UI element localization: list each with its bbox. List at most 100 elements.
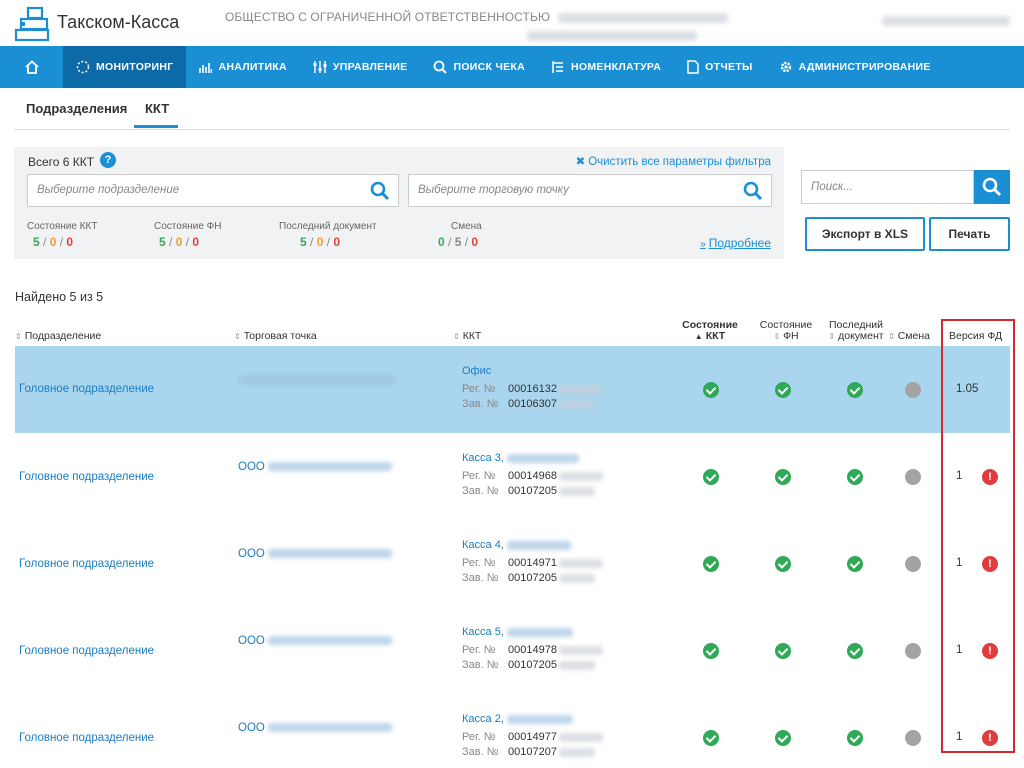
blurred-org-name xyxy=(557,12,728,23)
kkt-name[interactable]: Касса 3, xyxy=(462,452,603,464)
clear-filters-link[interactable]: ✖ Очистить все параметры фильтра xyxy=(576,154,771,168)
last-document-ok-icon xyxy=(847,643,863,659)
table-row[interactable]: Головное подразделение ООО Касса 3, Рег.… xyxy=(15,433,1010,520)
trade-point-select[interactable]: Выберите торговую точку xyxy=(408,174,772,207)
column-header-kkt[interactable]: ⇕ ККТ xyxy=(453,331,481,342)
kkt-name[interactable]: Касса 5, xyxy=(462,626,603,638)
nav-nomenclature[interactable]: НОМЕНКЛАТУРА xyxy=(538,46,674,88)
help-icon[interactable]: ? xyxy=(100,152,116,168)
kkt-info: Офис Рег. № 00016132 Зав. № 00106307 xyxy=(462,365,603,410)
stat-kkt-state[interactable]: Состояние ККТ 5 / 0 / 0 xyxy=(27,221,97,249)
kkt-info: Касса 3, Рег. № 00014968 Зав. № 00107205 xyxy=(462,452,603,497)
list-icon xyxy=(552,61,564,73)
column-header-kkt-state[interactable]: Состояние ▲ ККТ xyxy=(674,320,746,342)
trade-point-link[interactable]: ООО xyxy=(238,722,393,734)
serial-number: Зав. № 00107205 xyxy=(462,659,603,671)
nav-receipt-search[interactable]: ПОИСК ЧЕКА xyxy=(420,46,538,88)
kkt-state-ok-icon xyxy=(703,643,719,659)
table-row[interactable]: Головное подразделение ООО Касса 2, Рег.… xyxy=(15,694,1010,768)
stat-label: Состояние ФН xyxy=(154,221,222,232)
export-xls-button[interactable]: Экспорт в XLS xyxy=(805,217,925,251)
division-link[interactable]: Головное подразделение xyxy=(19,732,154,744)
sort-icon: ⇕ xyxy=(453,332,460,341)
table-row[interactable]: Головное подразделение ООО Касса 5, Рег.… xyxy=(15,607,1010,694)
home-icon xyxy=(25,60,39,74)
nav-reports[interactable]: ОТЧЕТЫ xyxy=(674,46,765,88)
monitoring-icon xyxy=(76,60,90,74)
serial-number: Зав. № 00106307 xyxy=(462,398,603,410)
stat-last-document[interactable]: Последний документ 5 / 0 / 0 xyxy=(279,221,377,249)
nav-monitoring[interactable]: МОНИТОРИНГ xyxy=(63,46,187,88)
trade-point-link[interactable]: ООО xyxy=(238,635,393,647)
active-tab-indicator xyxy=(134,125,178,128)
division-select[interactable]: Выберите подразделение xyxy=(27,174,399,207)
sort-icon: ⇕ xyxy=(773,332,781,341)
kkt-state-ok-icon xyxy=(703,730,719,746)
fn-state-ok-icon xyxy=(775,730,791,746)
table-row[interactable]: Головное подразделение ООО Касса 4, Рег.… xyxy=(15,520,1010,607)
blurred-user-name[interactable] xyxy=(882,16,1010,26)
kkt-state-ok-icon xyxy=(703,556,719,572)
shift-status-icon xyxy=(905,643,921,659)
kkt-name[interactable]: Касса 2, xyxy=(462,713,603,725)
trade-point-link[interactable]: ООО xyxy=(238,548,393,560)
search-icon xyxy=(982,177,1002,197)
search-icon[interactable] xyxy=(370,181,390,201)
nav-analytics[interactable]: АНАЛИТИКА xyxy=(186,46,299,88)
sort-icon: ⇕ xyxy=(234,332,241,341)
stat-label: Смена xyxy=(451,221,482,232)
stat-fn-state[interactable]: Состояние ФН 5 / 0 / 0 xyxy=(154,221,222,249)
division-link[interactable]: Головное подразделение xyxy=(19,645,154,657)
nav-home[interactable] xyxy=(0,46,63,88)
tab-divisions[interactable]: Подразделения xyxy=(26,101,127,116)
double-chevron-down-icon: » xyxy=(700,239,706,250)
more-filters-link[interactable]: » Подробнее xyxy=(700,236,771,250)
sort-asc-icon: ▲ xyxy=(694,332,703,341)
reg-number: Рег. № 00014971 xyxy=(462,557,603,569)
kkt-info: Касса 5, Рег. № 00014978 Зав. № 00107205 xyxy=(462,626,603,671)
reg-number: Рег. № 00014968 xyxy=(462,470,603,482)
blurred-org-name-line2 xyxy=(527,30,697,41)
division-link[interactable]: Головное подразделение xyxy=(19,383,154,395)
cash-register-logo-icon[interactable] xyxy=(14,6,50,42)
shift-status-icon xyxy=(905,382,921,398)
stat-shift[interactable]: Смена 0 / 5 / 0 xyxy=(438,221,482,249)
kkt-name[interactable]: Касса 4, xyxy=(462,539,603,551)
column-header-division[interactable]: ⇕ Подразделение xyxy=(15,331,101,342)
nav-management[interactable]: УПРАВЛЕНИЕ xyxy=(300,46,421,88)
last-document-ok-icon xyxy=(847,469,863,485)
serial-number: Зав. № 00107207 xyxy=(462,746,603,758)
column-header-point[interactable]: ⇕ Торговая точка xyxy=(234,331,317,342)
filter-panel: Всего 6 ККТ ? ✖ Очистить все параметры фи… xyxy=(14,147,784,259)
table-row[interactable]: Головное подразделение Офис Рег. № 000161… xyxy=(15,346,1010,433)
kkt-name[interactable]: Офис xyxy=(462,365,603,377)
shift-status-icon xyxy=(905,730,921,746)
blurred-trade-point[interactable] xyxy=(238,375,396,385)
kkt-info: Касса 4, Рег. № 00014971 Зав. № 00107205 xyxy=(462,539,603,584)
total-kkt-count: Всего 6 ККТ xyxy=(28,155,95,169)
stat-label: Последний документ xyxy=(279,221,377,232)
sort-icon: ⇕ xyxy=(888,332,895,341)
trade-point-link[interactable]: ООО xyxy=(238,461,393,473)
division-link[interactable]: Головное подразделение xyxy=(19,471,154,483)
sort-icon: ⇕ xyxy=(828,332,836,341)
search-placeholder: Поиск... xyxy=(811,181,853,193)
kkt-info: Касса 2, Рег. № 00014977 Зав. № 00107207 xyxy=(462,713,603,758)
top-header: Такском-Касса ОБЩЕСТВО С ОГРАНИЧЕННОЙ ОТ… xyxy=(0,0,1024,46)
search-input[interactable]: Поиск... xyxy=(801,170,974,204)
fn-state-ok-icon xyxy=(775,643,791,659)
column-header-last-document[interactable]: Последний ⇕ документ xyxy=(818,320,894,342)
search-button[interactable] xyxy=(974,170,1010,204)
nav-administration[interactable]: АДМИНИСТРИРОВАНИЕ xyxy=(766,46,944,88)
last-document-ok-icon xyxy=(847,730,863,746)
division-link[interactable]: Головное подразделение xyxy=(19,558,154,570)
search-icon[interactable] xyxy=(743,181,763,201)
column-header-fn-state[interactable]: Состояние ⇕ ФН xyxy=(750,320,822,342)
annotation-highlight-frame xyxy=(941,319,1015,753)
column-header-shift[interactable]: ⇕ Смена xyxy=(888,331,930,342)
fn-state-ok-icon xyxy=(775,556,791,572)
sliders-icon xyxy=(313,61,327,73)
tab-kkt[interactable]: ККТ xyxy=(145,101,169,116)
division-select-placeholder: Выберите подразделение xyxy=(37,184,180,196)
print-button[interactable]: Печать xyxy=(929,217,1010,251)
